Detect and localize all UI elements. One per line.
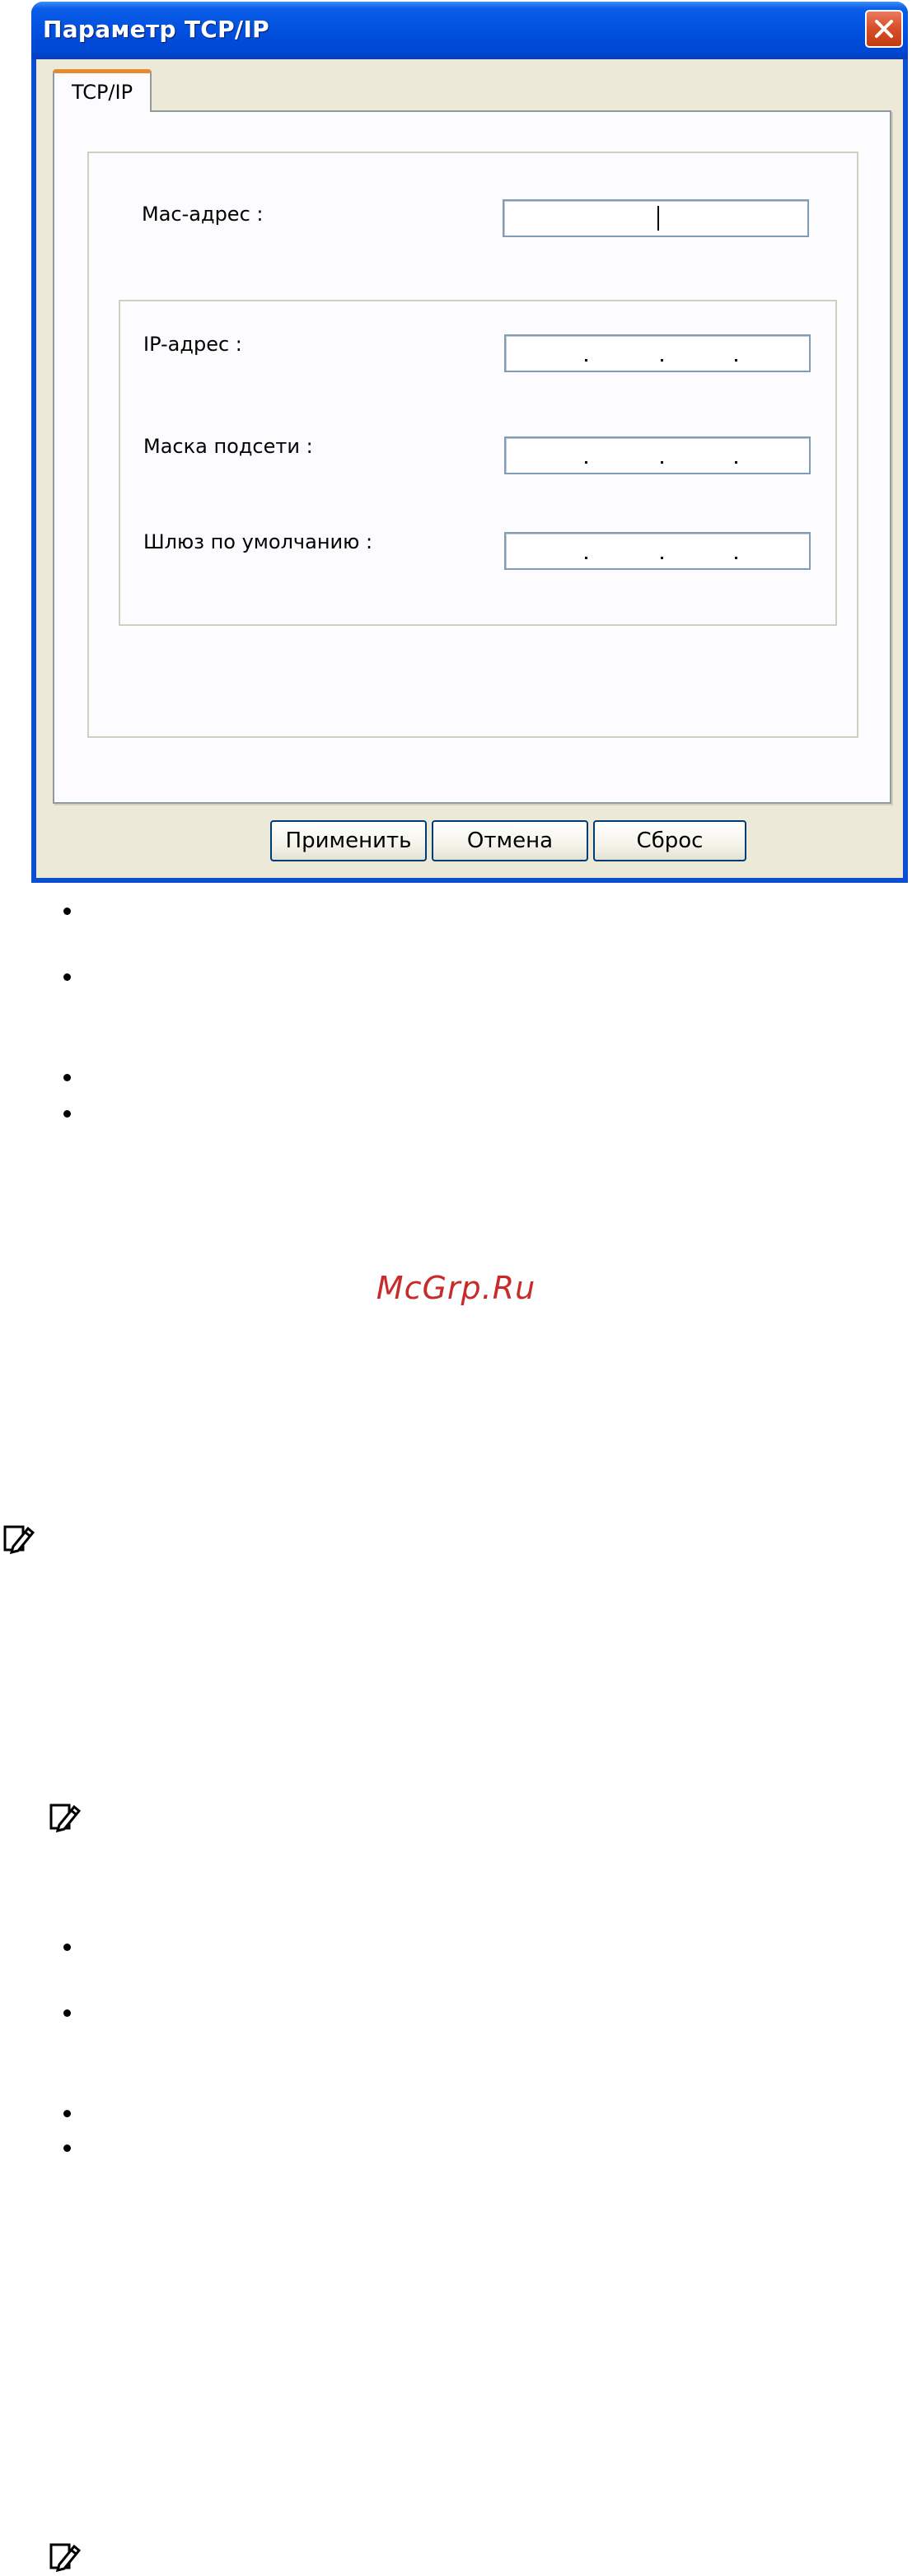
ip-separator-dot — [735, 461, 737, 464]
reset-button[interactable]: Сброс — [593, 820, 746, 861]
ip-address-field[interactable] — [504, 334, 811, 372]
title-bar[interactable]: Параметр TCP/IP — [31, 2, 908, 59]
default-gateway-field[interactable] — [504, 532, 811, 570]
list-bullet — [63, 1110, 71, 1118]
list-bullet — [63, 908, 71, 915]
subnet-mask-label: Маска подсети : — [143, 435, 313, 458]
list-bullet — [63, 2009, 71, 2017]
tab-tcpip-label: TCP/IP — [71, 81, 133, 104]
tcpip-dialog: Параметр TCP/IP TCP/IP Mac-адрес : IP-ад… — [31, 2, 908, 883]
list-bullet — [63, 2110, 71, 2117]
ip-separator-dot — [585, 557, 587, 559]
ip-address-label: IP-адрес : — [143, 333, 242, 356]
ip-separator-dot — [585, 359, 587, 362]
ip-separator-dot — [585, 461, 587, 464]
ip-separator-dot — [661, 461, 663, 464]
dialog-title: Параметр TCP/IP — [43, 16, 269, 43]
ip-settings-group: IP-адрес : Маска подсети : Шлюз по умолч… — [119, 300, 837, 626]
note-pencil-icon — [3, 1525, 35, 1555]
ip-separator-dot — [661, 359, 663, 362]
close-button[interactable] — [865, 10, 903, 48]
settings-group: Mac-адрес : IP-адрес : Маска подсети : Ш… — [87, 152, 858, 738]
mac-address-label: Mac-адрес : — [142, 203, 264, 226]
watermark: McGrp.Ru — [376, 1270, 536, 1306]
list-bullet — [63, 973, 71, 981]
ip-separator-dot — [661, 557, 663, 559]
list-bullet — [63, 2144, 71, 2152]
mac-address-field[interactable] — [503, 199, 809, 237]
subnet-mask-field[interactable] — [504, 436, 811, 474]
note-pencil-icon — [49, 2543, 81, 2573]
list-bullet — [63, 1944, 71, 1951]
ip-separator-dot — [735, 359, 737, 362]
tab-tcpip[interactable]: TCP/IP — [53, 69, 152, 112]
cancel-button[interactable]: Отмена — [432, 820, 588, 861]
note-pencil-icon — [49, 1804, 81, 1833]
default-gateway-label: Шлюз по умолчанию : — [143, 530, 373, 553]
ip-separator-dot — [735, 557, 737, 559]
list-bullet — [63, 1074, 71, 1081]
apply-button[interactable]: Применить — [270, 820, 427, 861]
close-icon — [875, 20, 893, 38]
text-caret — [657, 206, 659, 231]
tab-panel: Mac-адрес : IP-адрес : Маска подсети : Ш… — [53, 110, 891, 804]
